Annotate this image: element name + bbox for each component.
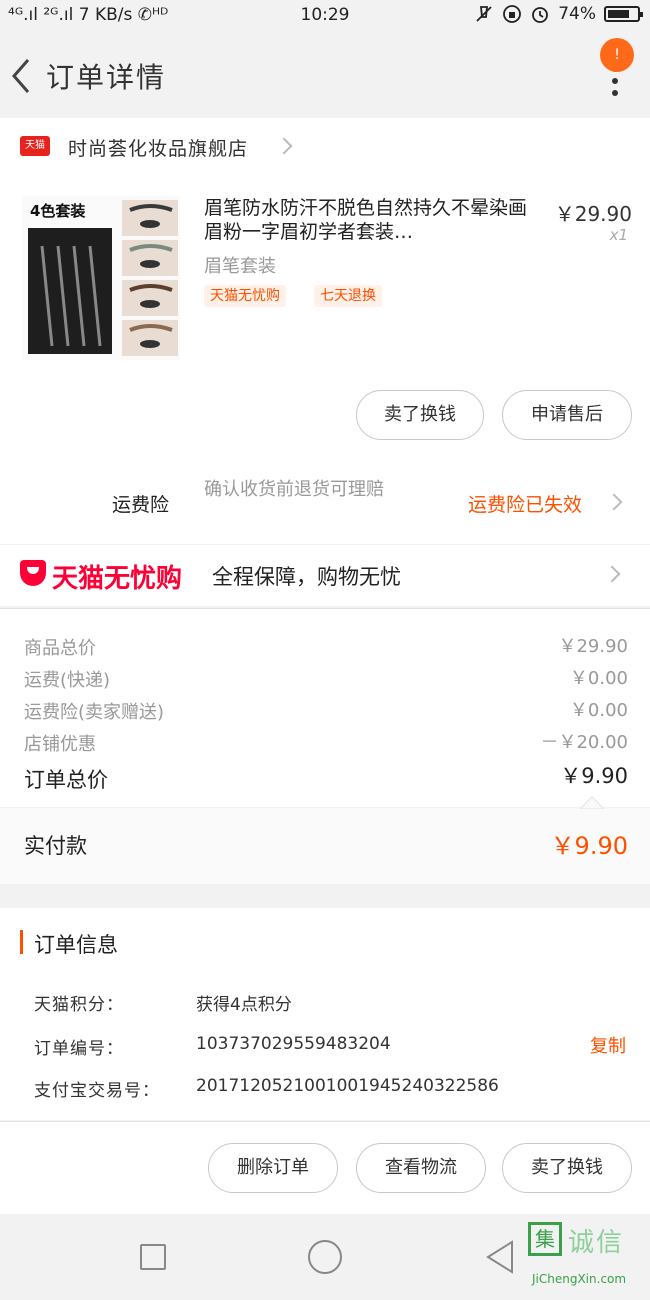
shipping-label: 运费(快递) xyxy=(24,670,111,691)
copy-button[interactable]: 复制 xyxy=(590,1032,626,1058)
home-icon[interactable] xyxy=(308,1240,342,1274)
insurance-desc: 确认收货前退货可理赔 xyxy=(204,479,384,500)
watermark-url: JiChengXin.com xyxy=(532,1272,627,1286)
recents-icon[interactable] xyxy=(140,1244,166,1270)
insurance-label: 运费险 xyxy=(112,494,170,516)
watermark-logo: 集 xyxy=(528,1222,562,1256)
tmall-logo: 天猫 xyxy=(20,136,50,156)
page-title: 订单详情 xyxy=(46,61,167,94)
notification-badge[interactable]: ! xyxy=(600,38,634,72)
order-total-label: 订单总价 xyxy=(24,768,108,792)
delete-order-button[interactable]: 删除订单 xyxy=(208,1143,338,1193)
view-logistics-button[interactable]: 查看物流 xyxy=(356,1143,486,1193)
battery-icon xyxy=(604,6,643,22)
tag-seven-day-return: 七天退换 xyxy=(314,285,382,307)
order-info-title: 订单信息 xyxy=(34,933,118,957)
watermark-text: 诚信 xyxy=(568,1228,625,1258)
section-accent-bar xyxy=(20,930,23,954)
product-price: ￥29.90 xyxy=(554,202,632,226)
mute-icon xyxy=(476,6,492,22)
product-image-caption: 4色套装 xyxy=(30,202,86,220)
order-total-value: ￥9.90 xyxy=(560,764,628,788)
back-arrow-icon[interactable] xyxy=(6,56,36,96)
insurance-fee-value: ￥0.00 xyxy=(569,700,628,721)
product-title[interactable]: 眉笔防水防汗不脱色自然持久不晕染画眉粉一字眉初学者套装… xyxy=(204,196,538,244)
guarantee-brand: 天猫无忧购 xyxy=(52,564,183,594)
shipping-value: ￥0.00 xyxy=(569,668,628,689)
sell-for-cash-button[interactable]: 卖了换钱 xyxy=(356,390,484,440)
alipay-trade-key: 支付宝交易号： xyxy=(34,1081,160,1101)
points-value: 获得4点积分 xyxy=(196,995,292,1015)
app-header: 订单详情 ! xyxy=(0,32,650,120)
paid-label: 实付款 xyxy=(24,834,87,858)
store-discount-label: 店铺优惠 xyxy=(24,734,96,755)
caret-up-icon xyxy=(580,796,604,809)
nav-back-icon[interactable] xyxy=(484,1240,518,1274)
subtotal-label: 商品总价 xyxy=(24,638,96,659)
watermark: 集 诚信 JiChengXin.com xyxy=(528,1222,644,1294)
divider xyxy=(0,608,650,609)
status-bar: ⁴ᴳ.ıl ²ᴳ.ıl 7 KB/s ✆ᴴᴰ 10:29 74% xyxy=(0,0,650,32)
product-sku: 眉笔套装 xyxy=(204,256,276,277)
insurance-status[interactable]: 运费险已失效 xyxy=(468,490,582,517)
guarantee-text[interactable]: 全程保障，购物无忧 xyxy=(212,561,401,591)
rotation-lock-icon xyxy=(503,5,522,23)
battery-level xyxy=(608,10,629,18)
after-sale-button[interactable]: 申请售后 xyxy=(502,390,632,440)
shop-name: 时尚荟化妆品旗舰店 xyxy=(68,138,249,160)
order-number-value: 103737029559483204 xyxy=(196,1034,391,1054)
tmall-guarantee-icon xyxy=(20,560,46,586)
shop-row[interactable]: 天猫 时尚荟化妆品旗舰店 xyxy=(0,118,650,174)
status-right: 74% xyxy=(474,4,643,24)
order-card xyxy=(0,118,650,606)
divider xyxy=(0,1121,650,1122)
order-number-key: 订单编号： xyxy=(34,1039,124,1059)
chevron-right-icon xyxy=(275,137,293,155)
sell-for-cash-button[interactable]: 卖了换钱 xyxy=(502,1143,632,1193)
system-nav-bar: 集 诚信 JiChengXin.com xyxy=(0,1214,650,1300)
product-image[interactable]: 4色套装 xyxy=(22,196,180,360)
tag-tmall-worry-free: 天猫无忧购 xyxy=(204,285,286,307)
insurance-fee-label: 运费险(卖家赠送) xyxy=(24,702,165,723)
divider xyxy=(0,544,650,545)
alarm-icon xyxy=(532,7,549,23)
store-discount-value: －￥20.00 xyxy=(540,732,628,753)
product-quantity: x1 xyxy=(609,226,628,244)
battery-percent: 74% xyxy=(558,4,596,24)
alipay-trade-value: 2017120521001001945240322586 xyxy=(196,1076,499,1096)
paid-value: ￥9.90 xyxy=(550,832,628,860)
subtotal-value: ￥29.90 xyxy=(558,636,628,657)
points-key: 天猫积分： xyxy=(34,995,124,1015)
